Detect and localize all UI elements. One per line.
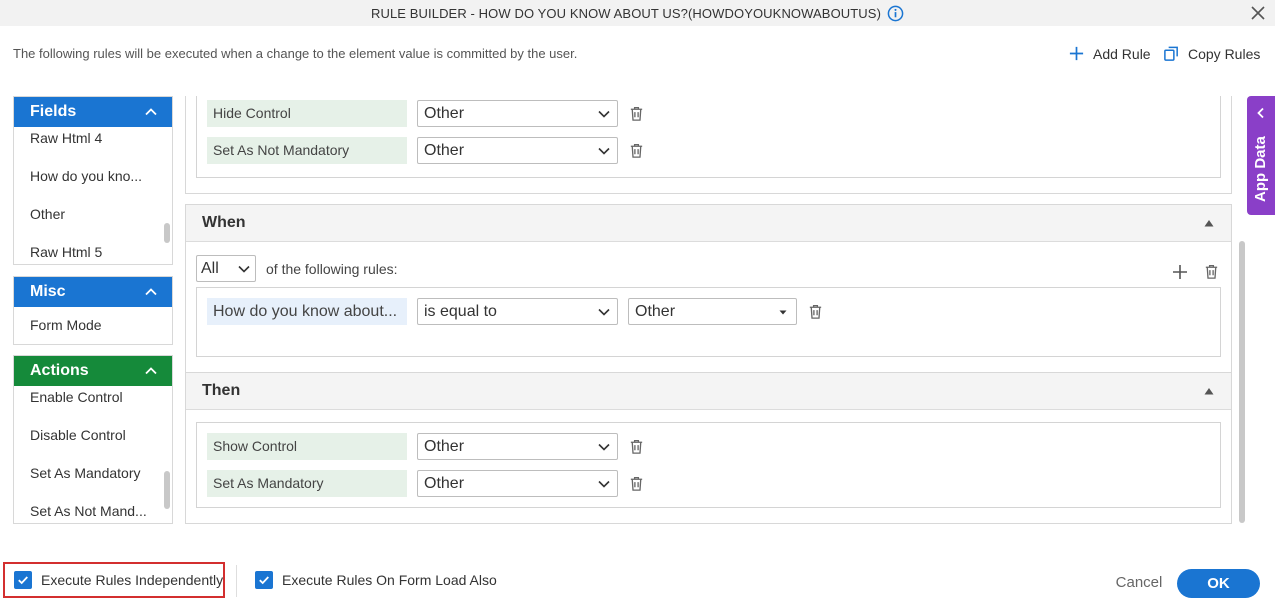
- condition-field[interactable]: How do you know about...: [207, 298, 407, 325]
- action-row: Set As Mandatory Other: [207, 470, 645, 497]
- select-value: Other: [424, 141, 465, 159]
- chevron-up-icon: [145, 108, 157, 116]
- execute-independently-checkbox[interactable]: Execute Rules Independently: [14, 571, 223, 589]
- trash-icon[interactable]: [628, 142, 645, 159]
- action-name: Hide Control: [207, 100, 407, 127]
- action-target-select[interactable]: Other: [417, 137, 618, 164]
- rules-scrollbar[interactable]: [1239, 241, 1245, 523]
- match-suffix: of the following rules:: [266, 260, 398, 277]
- action-item-enable-control[interactable]: Enable Control: [14, 378, 162, 416]
- copy-icon: [1164, 46, 1178, 61]
- checkbox-checked-icon: [255, 571, 273, 589]
- select-value: All: [201, 259, 219, 277]
- checkbox-checked-icon: [14, 571, 32, 589]
- action-name: Set As Not Mandatory: [207, 137, 407, 164]
- condition-row: How do you know about... is equal to Oth…: [207, 298, 824, 325]
- misc-panel-header[interactable]: Misc: [14, 277, 172, 307]
- chevron-down-icon: [598, 110, 610, 118]
- match-type-select[interactable]: All: [196, 255, 256, 282]
- collapse-triangle-icon: [1204, 220, 1214, 227]
- misc-panel: Misc Form Mode: [13, 276, 173, 345]
- when-section-header[interactable]: When: [186, 205, 1231, 242]
- when-section: When All of the following rules: How do …: [185, 204, 1232, 373]
- action-target-select[interactable]: Other: [417, 100, 618, 127]
- footer-divider: [236, 565, 237, 597]
- when-title: When: [202, 214, 246, 231]
- info-icon[interactable]: [887, 5, 904, 22]
- fields-scrollbar[interactable]: [164, 223, 170, 243]
- action-item-set-as-not-mandatory[interactable]: Set As Not Mand...: [14, 492, 162, 523]
- actions-panel: Actions Enable Control Disable Control S…: [13, 355, 173, 524]
- trash-icon[interactable]: [628, 438, 645, 455]
- plus-icon: [1069, 46, 1084, 61]
- collapse-triangle-icon: [1204, 388, 1214, 395]
- previous-then-actions: Hide Control Other Set As Not Mandatory …: [196, 96, 1221, 178]
- copy-rules-button[interactable]: Copy Rules: [1163, 45, 1260, 62]
- copy-rules-label: Copy Rules: [1188, 45, 1261, 62]
- select-value: Other: [424, 474, 465, 492]
- chevron-down-icon: [598, 147, 610, 155]
- chevron-down-icon: [598, 480, 610, 488]
- previous-then-section: Hide Control Other Set As Not Mandatory …: [185, 96, 1232, 194]
- app-data-label: App Data: [1252, 136, 1269, 202]
- add-rule-label: Add Rule: [1093, 45, 1151, 62]
- caret-down-icon: [779, 310, 787, 314]
- action-name: Show Control: [207, 433, 407, 460]
- action-row: Show Control Other: [207, 433, 645, 460]
- action-row: Hide Control Other: [207, 100, 645, 127]
- match-row: All of the following rules:: [196, 255, 398, 282]
- action-row: Set As Not Mandatory Other: [207, 137, 645, 164]
- trash-icon[interactable]: [628, 475, 645, 492]
- then-title: Then: [202, 382, 241, 399]
- action-target-select[interactable]: Other: [417, 433, 618, 460]
- then-actions-list: Show Control Other Set As Mandatory Othe…: [196, 422, 1221, 508]
- trash-icon[interactable]: [807, 303, 824, 320]
- condition-operator-select[interactable]: is equal to: [417, 298, 618, 325]
- add-rule-button[interactable]: Add Rule: [1068, 45, 1151, 62]
- select-value: Other: [635, 302, 676, 320]
- chevron-up-icon: [145, 288, 157, 296]
- select-value: Other: [424, 104, 465, 122]
- rules-description: The following rules will be executed whe…: [13, 46, 578, 61]
- misc-item-form-mode[interactable]: Form Mode: [14, 306, 162, 344]
- rule-editor: Hide Control Other Set As Not Mandatory …: [185, 96, 1247, 528]
- trash-icon[interactable]: [628, 105, 645, 122]
- fields-panel: Fields Raw Html 4 How do you kno... Othe…: [13, 96, 173, 265]
- action-item-set-as-mandatory[interactable]: Set As Mandatory: [14, 454, 162, 492]
- chevron-up-icon: [145, 367, 157, 375]
- chevron-down-icon: [598, 308, 610, 316]
- execute-on-load-label: Execute Rules On Form Load Also: [282, 572, 497, 588]
- field-item-raw-html-4[interactable]: Raw Html 4: [14, 119, 162, 157]
- action-name: Set As Mandatory: [207, 470, 407, 497]
- cancel-button[interactable]: Cancel: [1106, 574, 1172, 594]
- field-item-other[interactable]: Other: [14, 195, 162, 233]
- chevron-left-icon: [1257, 107, 1264, 119]
- misc-title: Misc: [30, 283, 66, 300]
- ok-button[interactable]: OK: [1177, 569, 1260, 598]
- then-section-header[interactable]: Then: [186, 373, 1231, 410]
- field-item-how-do-you-know[interactable]: How do you kno...: [14, 157, 162, 195]
- add-condition-icon[interactable]: [1171, 263, 1189, 281]
- then-section: Then Show Control Other Set As Mandatory…: [185, 372, 1232, 524]
- close-icon[interactable]: [1249, 4, 1267, 22]
- actions-scrollbar[interactable]: [164, 471, 170, 509]
- execute-independently-label: Execute Rules Independently: [41, 572, 224, 588]
- condition-value-select[interactable]: Other: [628, 298, 797, 325]
- action-target-select[interactable]: Other: [417, 470, 618, 497]
- chevron-down-icon: [238, 265, 250, 273]
- title-bar: RULE BUILDER - HOW DO YOU KNOW ABOUT US?…: [0, 0, 1275, 26]
- chevron-down-icon: [598, 443, 610, 451]
- select-value: is equal to: [424, 302, 497, 320]
- field-item-raw-html-5[interactable]: Raw Html 5: [14, 233, 162, 264]
- app-data-tab[interactable]: App Data: [1247, 96, 1275, 215]
- action-item-disable-control[interactable]: Disable Control: [14, 416, 162, 454]
- conditions-list: How do you know about... is equal to Oth…: [196, 287, 1221, 357]
- delete-rule-trash-icon[interactable]: [1203, 263, 1220, 280]
- execute-on-load-checkbox[interactable]: Execute Rules On Form Load Also: [255, 571, 497, 589]
- dialog-title: RULE BUILDER - HOW DO YOU KNOW ABOUT US?…: [370, 5, 881, 21]
- select-value: Other: [424, 437, 465, 455]
